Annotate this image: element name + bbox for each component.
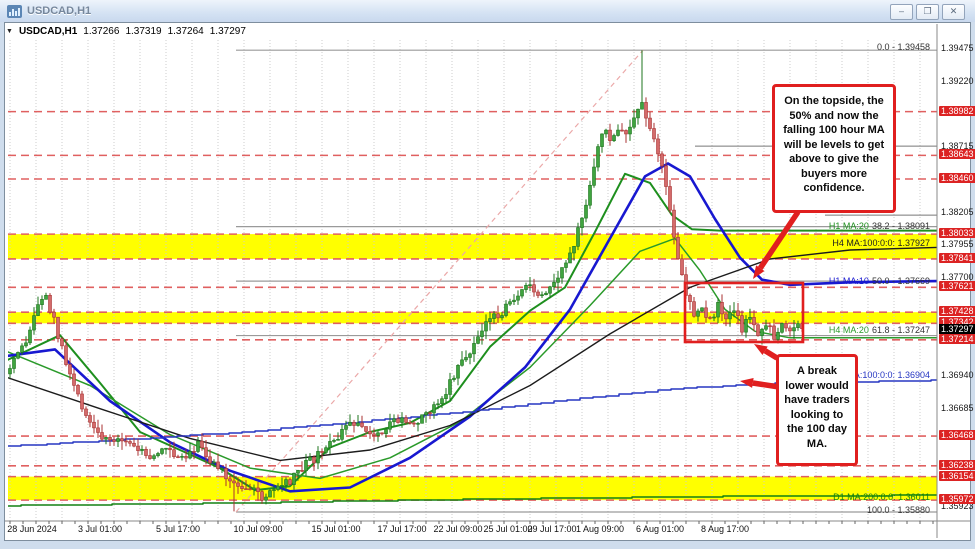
time-scale[interactable] [5,521,935,539]
swing-area-zone [8,234,937,259]
quote-symbol: USDCAD,H1 [19,26,77,37]
quote-open: 1.37266 [83,26,119,37]
annotation-downside: A break lower would have traders looking… [776,354,858,466]
annotation-topside: On the topside, the 50% and now the fall… [772,84,896,213]
quote-bar: ▼ USDCAD,H1 1.37266 1.37319 1.37264 1.37… [6,26,246,37]
annotation-arrowhead [740,378,754,388]
symbol-arrow-icon: ▼ [6,26,13,37]
quote-high: 1.37319 [125,26,161,37]
price-scale[interactable] [938,24,971,519]
quote-close: 1.37297 [210,26,246,37]
chart-svg[interactable] [0,0,975,549]
quote-low: 1.37264 [168,26,204,37]
application-window: USDCAD,H1 – ❐ ✕ ▼ USDCAD,H1 1.37266 1.37… [0,0,975,549]
